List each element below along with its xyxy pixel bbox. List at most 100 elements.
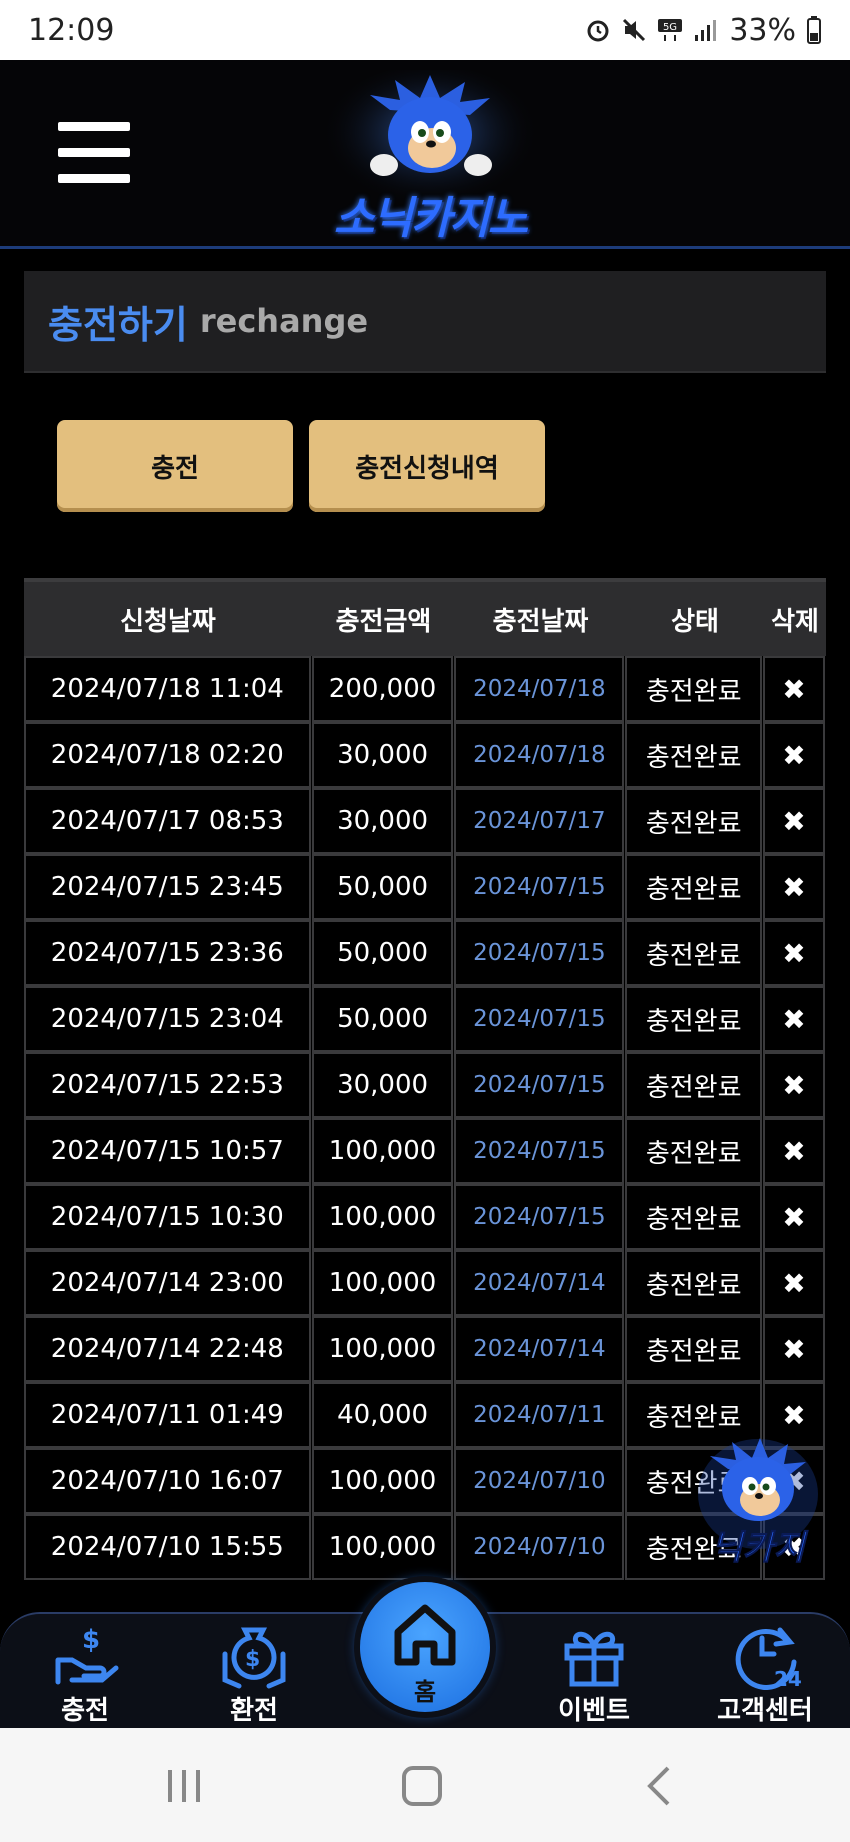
sonic-mascot-icon: 닉카지 xyxy=(698,1438,818,1569)
home-nav-icon[interactable] xyxy=(400,1764,444,1808)
charge-date-cell: 2024/07/15 xyxy=(454,1052,625,1118)
battery-percent: 33% xyxy=(729,12,796,48)
nav-event-label: 이벤트 xyxy=(558,1696,630,1726)
site-header: 소닉카지노 xyxy=(0,60,850,249)
table-row: 2024/07/15 23:45 50,000 2024/07/15 충전완료 ✖ xyxy=(24,854,826,920)
charge-history-button[interactable]: 충전신청내역 xyxy=(309,420,545,512)
svg-text:5G: 5G xyxy=(663,22,677,33)
table-row: 2024/07/15 23:36 50,000 2024/07/15 충전완료 ✖ xyxy=(24,920,826,986)
delete-icon[interactable]: ✖ xyxy=(763,1052,825,1118)
request-date-cell: 2024/07/10 16:07 xyxy=(24,1448,311,1514)
header-status: 상태 xyxy=(671,606,719,637)
money-hand-icon: $ xyxy=(55,1625,119,1685)
nav-exchange-label: 환전 xyxy=(230,1696,278,1726)
support-24-icon: 24 xyxy=(735,1627,802,1691)
table-row: 2024/07/14 22:48 100,000 2024/07/14 충전완료 ✖ xyxy=(24,1316,826,1382)
status-icons: 5G 33% xyxy=(585,13,822,48)
table-row: 2024/07/15 23:04 50,000 2024/07/15 충전완료 ✖ xyxy=(24,986,826,1052)
request-date-cell: 2024/07/15 22:53 xyxy=(24,1052,311,1118)
svg-text:닉카지: 닉카지 xyxy=(711,1528,809,1568)
nav-support[interactable]: 24 고객센터 xyxy=(705,1614,825,1730)
recent-apps-icon[interactable] xyxy=(164,1766,204,1806)
charge-date-cell: 2024/07/18 xyxy=(454,656,625,722)
menu-icon[interactable] xyxy=(58,122,130,184)
charge-date-cell: 2024/07/10 xyxy=(454,1448,625,1514)
delete-icon[interactable]: ✖ xyxy=(763,788,825,854)
amount-cell: 100,000 xyxy=(311,1184,454,1250)
battery-icon xyxy=(807,16,821,44)
table-row: 2024/07/15 10:30 100,000 2024/07/15 충전완료 ✖ xyxy=(24,1184,826,1250)
charge-date-cell: 2024/07/14 xyxy=(454,1250,625,1316)
site-logo[interactable]: 소닉카지노 xyxy=(300,65,560,245)
delete-icon[interactable]: ✖ xyxy=(763,1184,825,1250)
page-subtitle: rechange xyxy=(199,302,369,340)
svg-text:$: $ xyxy=(245,1647,260,1672)
charge-date-cell: 2024/07/15 xyxy=(454,1184,625,1250)
amount-cell: 100,000 xyxy=(311,1250,454,1316)
table-row: 2024/07/18 11:04 200,000 2024/07/18 충전완료 ✖ xyxy=(24,656,826,722)
status-cell: 충전완료 xyxy=(625,722,763,788)
nav-charge[interactable]: $ 충전 xyxy=(25,1614,145,1730)
status-cell: 충전완료 xyxy=(625,920,763,986)
5g-icon: 5G xyxy=(658,19,683,41)
header-delete: 삭제 xyxy=(771,606,819,637)
delete-icon[interactable]: ✖ xyxy=(763,1250,825,1316)
status-cell: 충전완료 xyxy=(625,1052,763,1118)
delete-icon[interactable]: ✖ xyxy=(763,986,825,1052)
charge-date-cell: 2024/07/14 xyxy=(454,1316,625,1382)
nav-home[interactable]: 홈 xyxy=(360,1582,490,1712)
amount-cell: 100,000 xyxy=(311,1448,454,1514)
amount-cell: 50,000 xyxy=(311,986,454,1052)
table-row: 2024/07/18 02:20 30,000 2024/07/18 충전완료 ✖ xyxy=(24,722,826,788)
request-date-cell: 2024/07/14 22:48 xyxy=(24,1316,311,1382)
request-date-cell: 2024/07/15 10:30 xyxy=(24,1184,311,1250)
table-row: 2024/07/14 23:00 100,000 2024/07/14 충전완료 ✖ xyxy=(24,1250,826,1316)
delete-icon[interactable]: ✖ xyxy=(763,920,825,986)
delete-icon[interactable]: ✖ xyxy=(763,1316,825,1382)
nav-event[interactable]: 이벤트 xyxy=(534,1614,654,1730)
header-amount: 충전금액 xyxy=(335,606,432,637)
signal-icon xyxy=(695,20,717,41)
table-header: 신청날짜 충전금액 충전날짜 상태 삭제 xyxy=(24,578,826,656)
request-date-cell: 2024/07/11 01:49 xyxy=(24,1382,311,1448)
request-date-cell: 2024/07/15 23:45 xyxy=(24,854,311,920)
delete-icon[interactable]: ✖ xyxy=(763,722,825,788)
delete-icon[interactable]: ✖ xyxy=(763,854,825,920)
request-date-cell: 2024/07/18 11:04 xyxy=(24,656,311,722)
nav-support-label: 고객센터 xyxy=(717,1696,813,1726)
alarm-icon xyxy=(587,20,609,42)
status-bar: 12:09 5G 33% xyxy=(0,0,850,60)
money-bag-icon: $ xyxy=(222,1627,286,1689)
table-row: 2024/07/15 22:53 30,000 2024/07/15 충전완료 ✖ xyxy=(24,1052,826,1118)
delete-icon[interactable]: ✖ xyxy=(763,656,825,722)
android-nav-bar xyxy=(0,1728,850,1842)
gift-icon xyxy=(564,1631,624,1687)
charge-date-cell: 2024/07/15 xyxy=(454,920,625,986)
amount-cell: 30,000 xyxy=(311,788,454,854)
request-date-cell: 2024/07/14 23:00 xyxy=(24,1250,311,1316)
charge-button[interactable]: 충전 xyxy=(57,420,293,512)
nav-home-label: 홈 xyxy=(413,1678,437,1706)
delete-icon[interactable]: ✖ xyxy=(763,1118,825,1184)
charge-date-cell: 2024/07/11 xyxy=(454,1382,625,1448)
charge-history-table: 신청날짜 충전금액 충전날짜 상태 삭제 2024/07/18 11:04 200… xyxy=(24,578,826,1580)
table-row: 2024/07/17 08:53 30,000 2024/07/17 충전완료 ✖ xyxy=(24,788,826,854)
nav-exchange[interactable]: $ 환전 xyxy=(194,1614,314,1730)
charge-date-cell: 2024/07/17 xyxy=(454,788,625,854)
request-date-cell: 2024/07/15 10:57 xyxy=(24,1118,311,1184)
amount-cell: 100,000 xyxy=(311,1118,454,1184)
status-cell: 충전완료 xyxy=(625,1316,763,1382)
back-icon[interactable] xyxy=(644,1764,674,1808)
svg-text:$: $ xyxy=(82,1625,100,1655)
page-title: 충전하기 xyxy=(48,302,188,347)
floating-sonic-widget[interactable]: 닉카지 xyxy=(688,1434,828,1574)
table-row: 2024/07/15 10:57 100,000 2024/07/15 충전완료 ✖ xyxy=(24,1118,826,1184)
status-cell: 충전완료 xyxy=(625,656,763,722)
status-cell: 충전완료 xyxy=(625,1250,763,1316)
request-date-cell: 2024/07/15 23:04 xyxy=(24,986,311,1052)
amount-cell: 30,000 xyxy=(311,1052,454,1118)
request-date-cell: 2024/07/18 02:20 xyxy=(24,722,311,788)
charge-date-cell: 2024/07/10 xyxy=(454,1514,625,1580)
header-charge-date: 충전날짜 xyxy=(492,606,589,637)
status-cell: 충전완료 xyxy=(625,788,763,854)
